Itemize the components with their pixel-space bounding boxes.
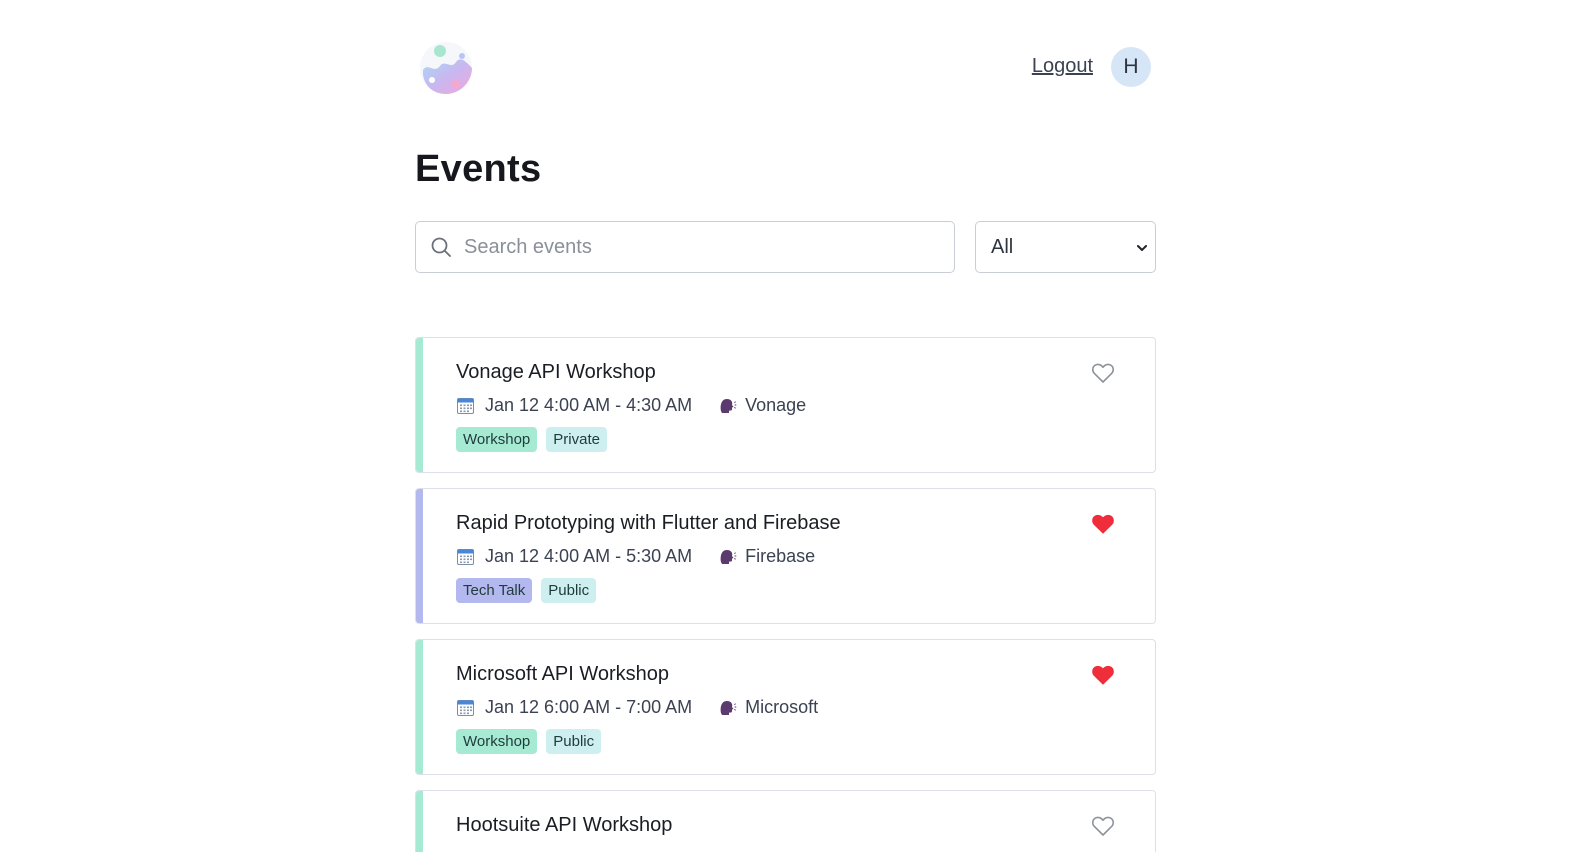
event-datetime: Jan 12 4:00 AM - 5:30 AM xyxy=(485,545,693,566)
event-type-tag: Workshop xyxy=(456,729,538,754)
event-type-accent xyxy=(416,640,423,774)
calendar-icon xyxy=(457,699,474,716)
event-tags: Tech Talk Public xyxy=(456,578,597,603)
event-type-accent xyxy=(416,791,423,852)
event-title: Vonage API Workshop xyxy=(456,361,656,383)
logo[interactable] xyxy=(418,40,474,96)
speaking-head-icon xyxy=(720,549,737,564)
event-type-tag: Workshop xyxy=(456,427,538,452)
event-title: Rapid Prototyping with Flutter and Fireb… xyxy=(456,512,841,534)
search-input[interactable] xyxy=(464,232,934,262)
event-visibility-tag: Public xyxy=(541,578,597,603)
header: Logout H xyxy=(415,40,1156,96)
event-title: Hootsuite API Workshop xyxy=(456,814,673,836)
filter-selected-value: All xyxy=(991,236,1014,258)
event-type-tag: Tech Talk xyxy=(456,578,533,603)
event-datetime: Jan 12 6:00 AM - 7:00 AM xyxy=(485,696,693,717)
heart-filled-icon[interactable] xyxy=(1091,664,1115,686)
search-box[interactable] xyxy=(415,221,955,273)
event-card[interactable]: Vonage API Workshop Jan 12 4:00 AM - 4:3… xyxy=(415,337,1156,473)
heart-outline-icon[interactable] xyxy=(1091,815,1115,837)
logo-icon xyxy=(420,42,472,94)
heart-filled-icon[interactable] xyxy=(1091,513,1115,535)
avatar[interactable]: H xyxy=(1111,47,1151,87)
speaking-head-icon xyxy=(720,700,737,715)
event-visibility-tag: Public xyxy=(546,729,602,754)
event-title: Microsoft API Workshop xyxy=(456,663,670,685)
calendar-icon xyxy=(457,548,474,565)
logout-link[interactable]: Logout xyxy=(1032,55,1093,78)
search-icon xyxy=(431,237,451,257)
page-title: Events xyxy=(415,148,542,190)
event-type-accent xyxy=(416,338,423,472)
event-speaker: Microsoft xyxy=(745,696,819,717)
event-datetime: Jan 12 4:00 AM - 4:30 AM xyxy=(485,394,693,415)
event-type-accent xyxy=(416,489,423,623)
event-meta: Jan 12 6:00 AM - 7:00 AM Microsoft xyxy=(456,696,818,718)
event-speaker: Vonage xyxy=(745,394,807,415)
chevron-down-icon xyxy=(1137,245,1147,251)
event-meta: Jan 12 4:00 AM - 5:30 AM Firebase xyxy=(456,545,815,567)
event-tags: Workshop Public xyxy=(456,729,602,754)
event-tags: Workshop Private xyxy=(456,427,607,452)
event-card[interactable]: Rapid Prototyping with Flutter and Fireb… xyxy=(415,488,1156,624)
filter-select[interactable]: All xyxy=(975,221,1156,273)
event-card[interactable]: Hootsuite API Workshop xyxy=(415,790,1156,852)
heart-outline-icon[interactable] xyxy=(1091,362,1115,384)
speaking-head-icon xyxy=(720,398,737,413)
event-meta: Jan 12 4:00 AM - 4:30 AM Vonage xyxy=(456,394,806,416)
event-visibility-tag: Private xyxy=(546,427,607,452)
calendar-icon xyxy=(457,397,474,414)
event-card[interactable]: Microsoft API Workshop Jan 12 6:00 AM - … xyxy=(415,639,1156,775)
event-speaker: Firebase xyxy=(745,545,816,566)
